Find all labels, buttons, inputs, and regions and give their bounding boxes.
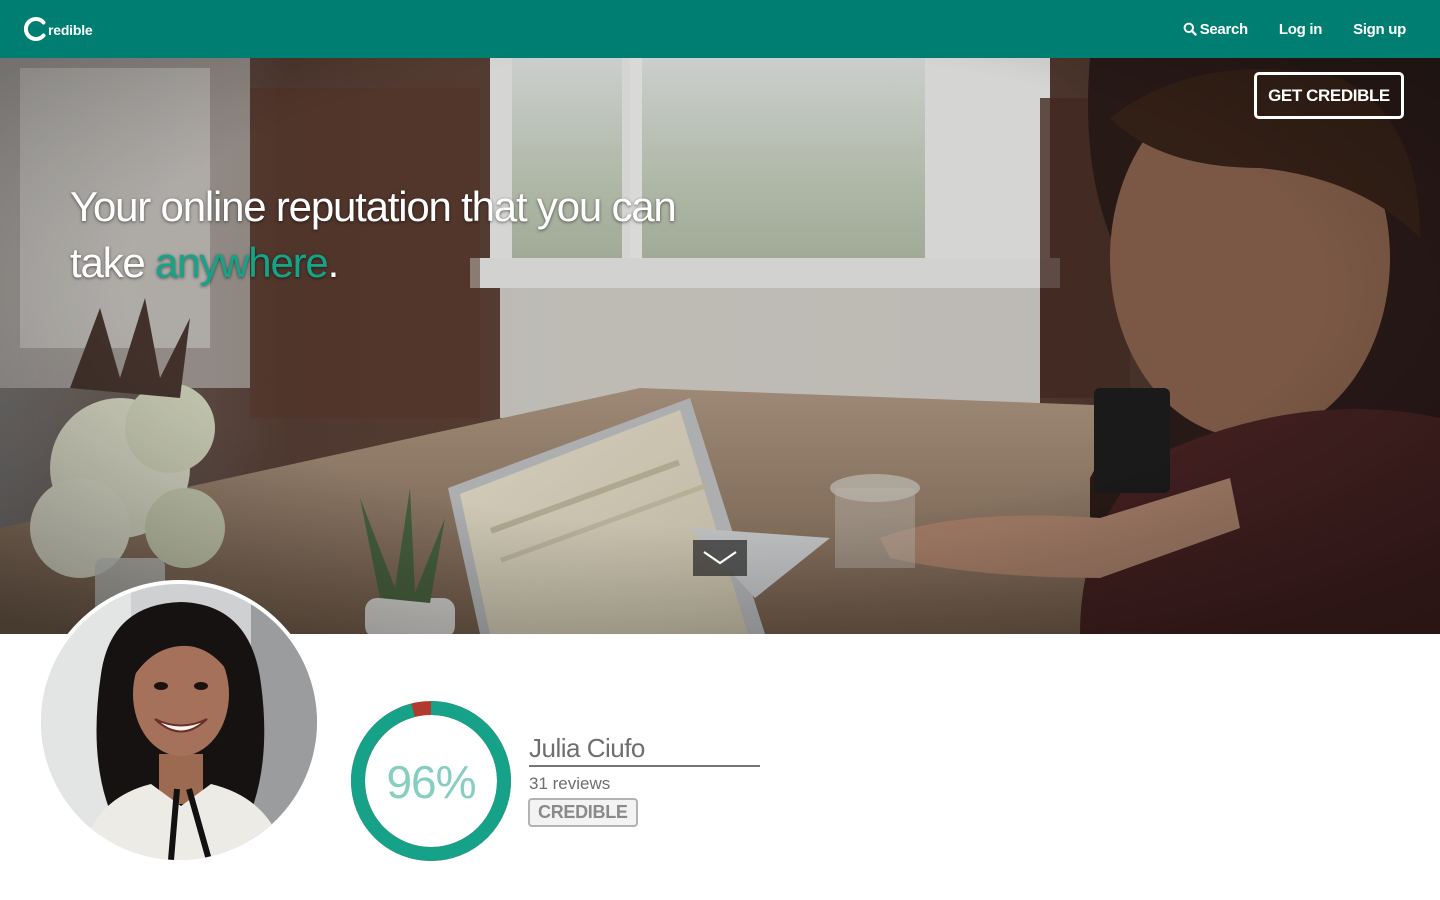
scroll-down-button[interactable] xyxy=(693,540,747,576)
review-count: 31 reviews xyxy=(529,774,611,793)
nav-links: Search Log in Sign up xyxy=(1152,0,1406,58)
headline-line1: Your online reputation that you can xyxy=(70,183,677,230)
avatar-photo xyxy=(41,584,317,860)
hero-banner: GET CREDIBLE Your online reputation that… xyxy=(0,58,1440,634)
headline-line2-start: take xyxy=(70,239,156,286)
search-icon xyxy=(1183,22,1197,36)
nav-search-label: Search xyxy=(1199,20,1249,38)
profile-avatar[interactable] xyxy=(37,580,321,864)
logo-text: redible xyxy=(48,21,93,38)
logo[interactable]: redible xyxy=(22,13,93,45)
get-credible-button[interactable]: GET CREDIBLE xyxy=(1254,72,1404,119)
score-percentage: 96% xyxy=(386,756,476,808)
nav-search-link[interactable]: Search xyxy=(1183,21,1248,38)
hero-headline: Your online reputation that you can take … xyxy=(70,179,790,291)
nav-signup-link[interactable]: Sign up xyxy=(1353,21,1406,38)
headline-period: . xyxy=(327,239,340,286)
top-navbar: redible Search Log in Sign up xyxy=(0,0,1440,58)
logo-c-icon xyxy=(23,17,46,41)
chevron-down-icon xyxy=(703,551,737,565)
credibility-score-ring: 96% xyxy=(348,698,514,864)
profile-name-link[interactable]: Julia Ciufo xyxy=(529,732,760,767)
credible-badge: CREDIBLE xyxy=(528,798,638,827)
headline-accent-word: anywhere xyxy=(155,239,329,286)
nav-login-link[interactable]: Log in xyxy=(1279,21,1322,38)
